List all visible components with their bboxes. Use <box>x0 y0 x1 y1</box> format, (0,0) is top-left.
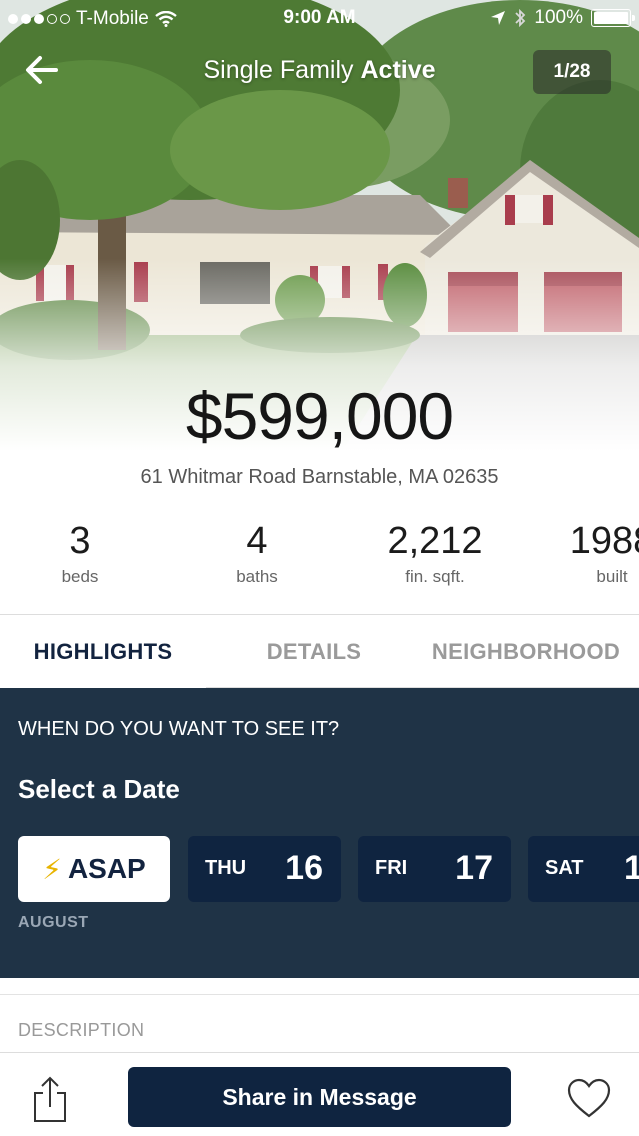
day-number: 16 <box>285 849 323 887</box>
stat-year-built: 1988 built <box>532 520 639 587</box>
day-name: SAT <box>545 857 584 879</box>
property-type-label: Single Family <box>203 56 354 84</box>
schedule-heading: Select a Date <box>18 774 180 804</box>
schedule-showing-panel: WHEN DO YOU WANT TO SEE IT? Select a Dat… <box>0 688 639 978</box>
battery-icon <box>591 9 635 27</box>
bluetooth-icon <box>515 8 526 28</box>
share-icon <box>34 1076 66 1122</box>
stat-sqft: 2,212 fin. sqft. <box>355 520 515 587</box>
photo-counter-badge: 1/28 <box>533 50 611 94</box>
battery-fill <box>594 12 628 24</box>
stat-value: 1988 <box>569 520 639 562</box>
tab-label: DETAILS <box>266 639 362 664</box>
date-option-thu[interactable]: THU 16 <box>188 836 341 902</box>
tab-details[interactable]: DETAILS <box>210 615 418 689</box>
bottom-action-bar: Share in Message <box>0 1052 639 1136</box>
description-label: DESCRIPTION <box>18 1020 145 1040</box>
share-button[interactable] <box>30 1075 70 1123</box>
stats-row: 3 beds 4 baths 2,212 fin. sqft. 1988 bui… <box>0 520 639 600</box>
asap-label: ASAP <box>67 853 146 884</box>
location-arrow-icon <box>491 11 506 25</box>
day-name: THU <box>205 857 247 879</box>
stat-label: beds <box>61 567 99 586</box>
date-option-fri[interactable]: FRI 17 <box>358 836 511 902</box>
listing-address: 61 Whitmar Road Barnstable, MA 02635 <box>140 466 499 488</box>
stat-label: baths <box>236 567 278 586</box>
stat-value: 2,212 <box>387 520 483 562</box>
lightning-icon: ⚡ <box>42 853 62 885</box>
stat-beds: 3 beds <box>0 520 160 587</box>
stat-value: 3 <box>69 520 91 562</box>
day-number: 17 <box>455 849 493 887</box>
share-in-message-label: Share in Message <box>222 1083 417 1110</box>
status-right: 100% <box>490 7 635 29</box>
description-section: DESCRIPTION <box>0 994 639 1054</box>
tab-label: HIGHLIGHTS <box>33 639 173 664</box>
status-bar: T-Mobile 9:00 AM 100% <box>0 0 639 36</box>
month-label: AUGUST <box>18 914 89 931</box>
tab-highlights[interactable]: HIGHLIGHTS <box>0 615 206 689</box>
day-name: FRI <box>375 857 408 879</box>
day-number: 18 <box>624 849 639 887</box>
section-tabs: HIGHLIGHTS DETAILS NEIGHBORHOOD <box>0 614 639 689</box>
tab-label: NEIGHBORHOOD <box>431 639 621 664</box>
asap-button[interactable]: ⚡ ASAP <box>18 836 170 902</box>
heart-icon <box>567 1078 611 1118</box>
stat-baths: 4 baths <box>177 520 337 587</box>
listing-status-label: Active <box>360 56 436 84</box>
tab-neighborhood[interactable]: NEIGHBORHOOD <box>412 615 639 689</box>
share-in-message-button[interactable]: Share in Message <box>128 1067 511 1127</box>
stat-label: built <box>596 567 628 586</box>
stat-value: 4 <box>246 520 268 562</box>
stat-label: fin. sqft. <box>405 567 465 586</box>
listing-price: $599,000 <box>185 379 454 453</box>
favorite-button[interactable] <box>566 1077 612 1121</box>
battery-percent: 100% <box>534 7 583 28</box>
schedule-question: WHEN DO YOU WANT TO SEE IT? <box>18 718 340 740</box>
date-option-sat[interactable]: SAT 18 <box>528 836 639 902</box>
